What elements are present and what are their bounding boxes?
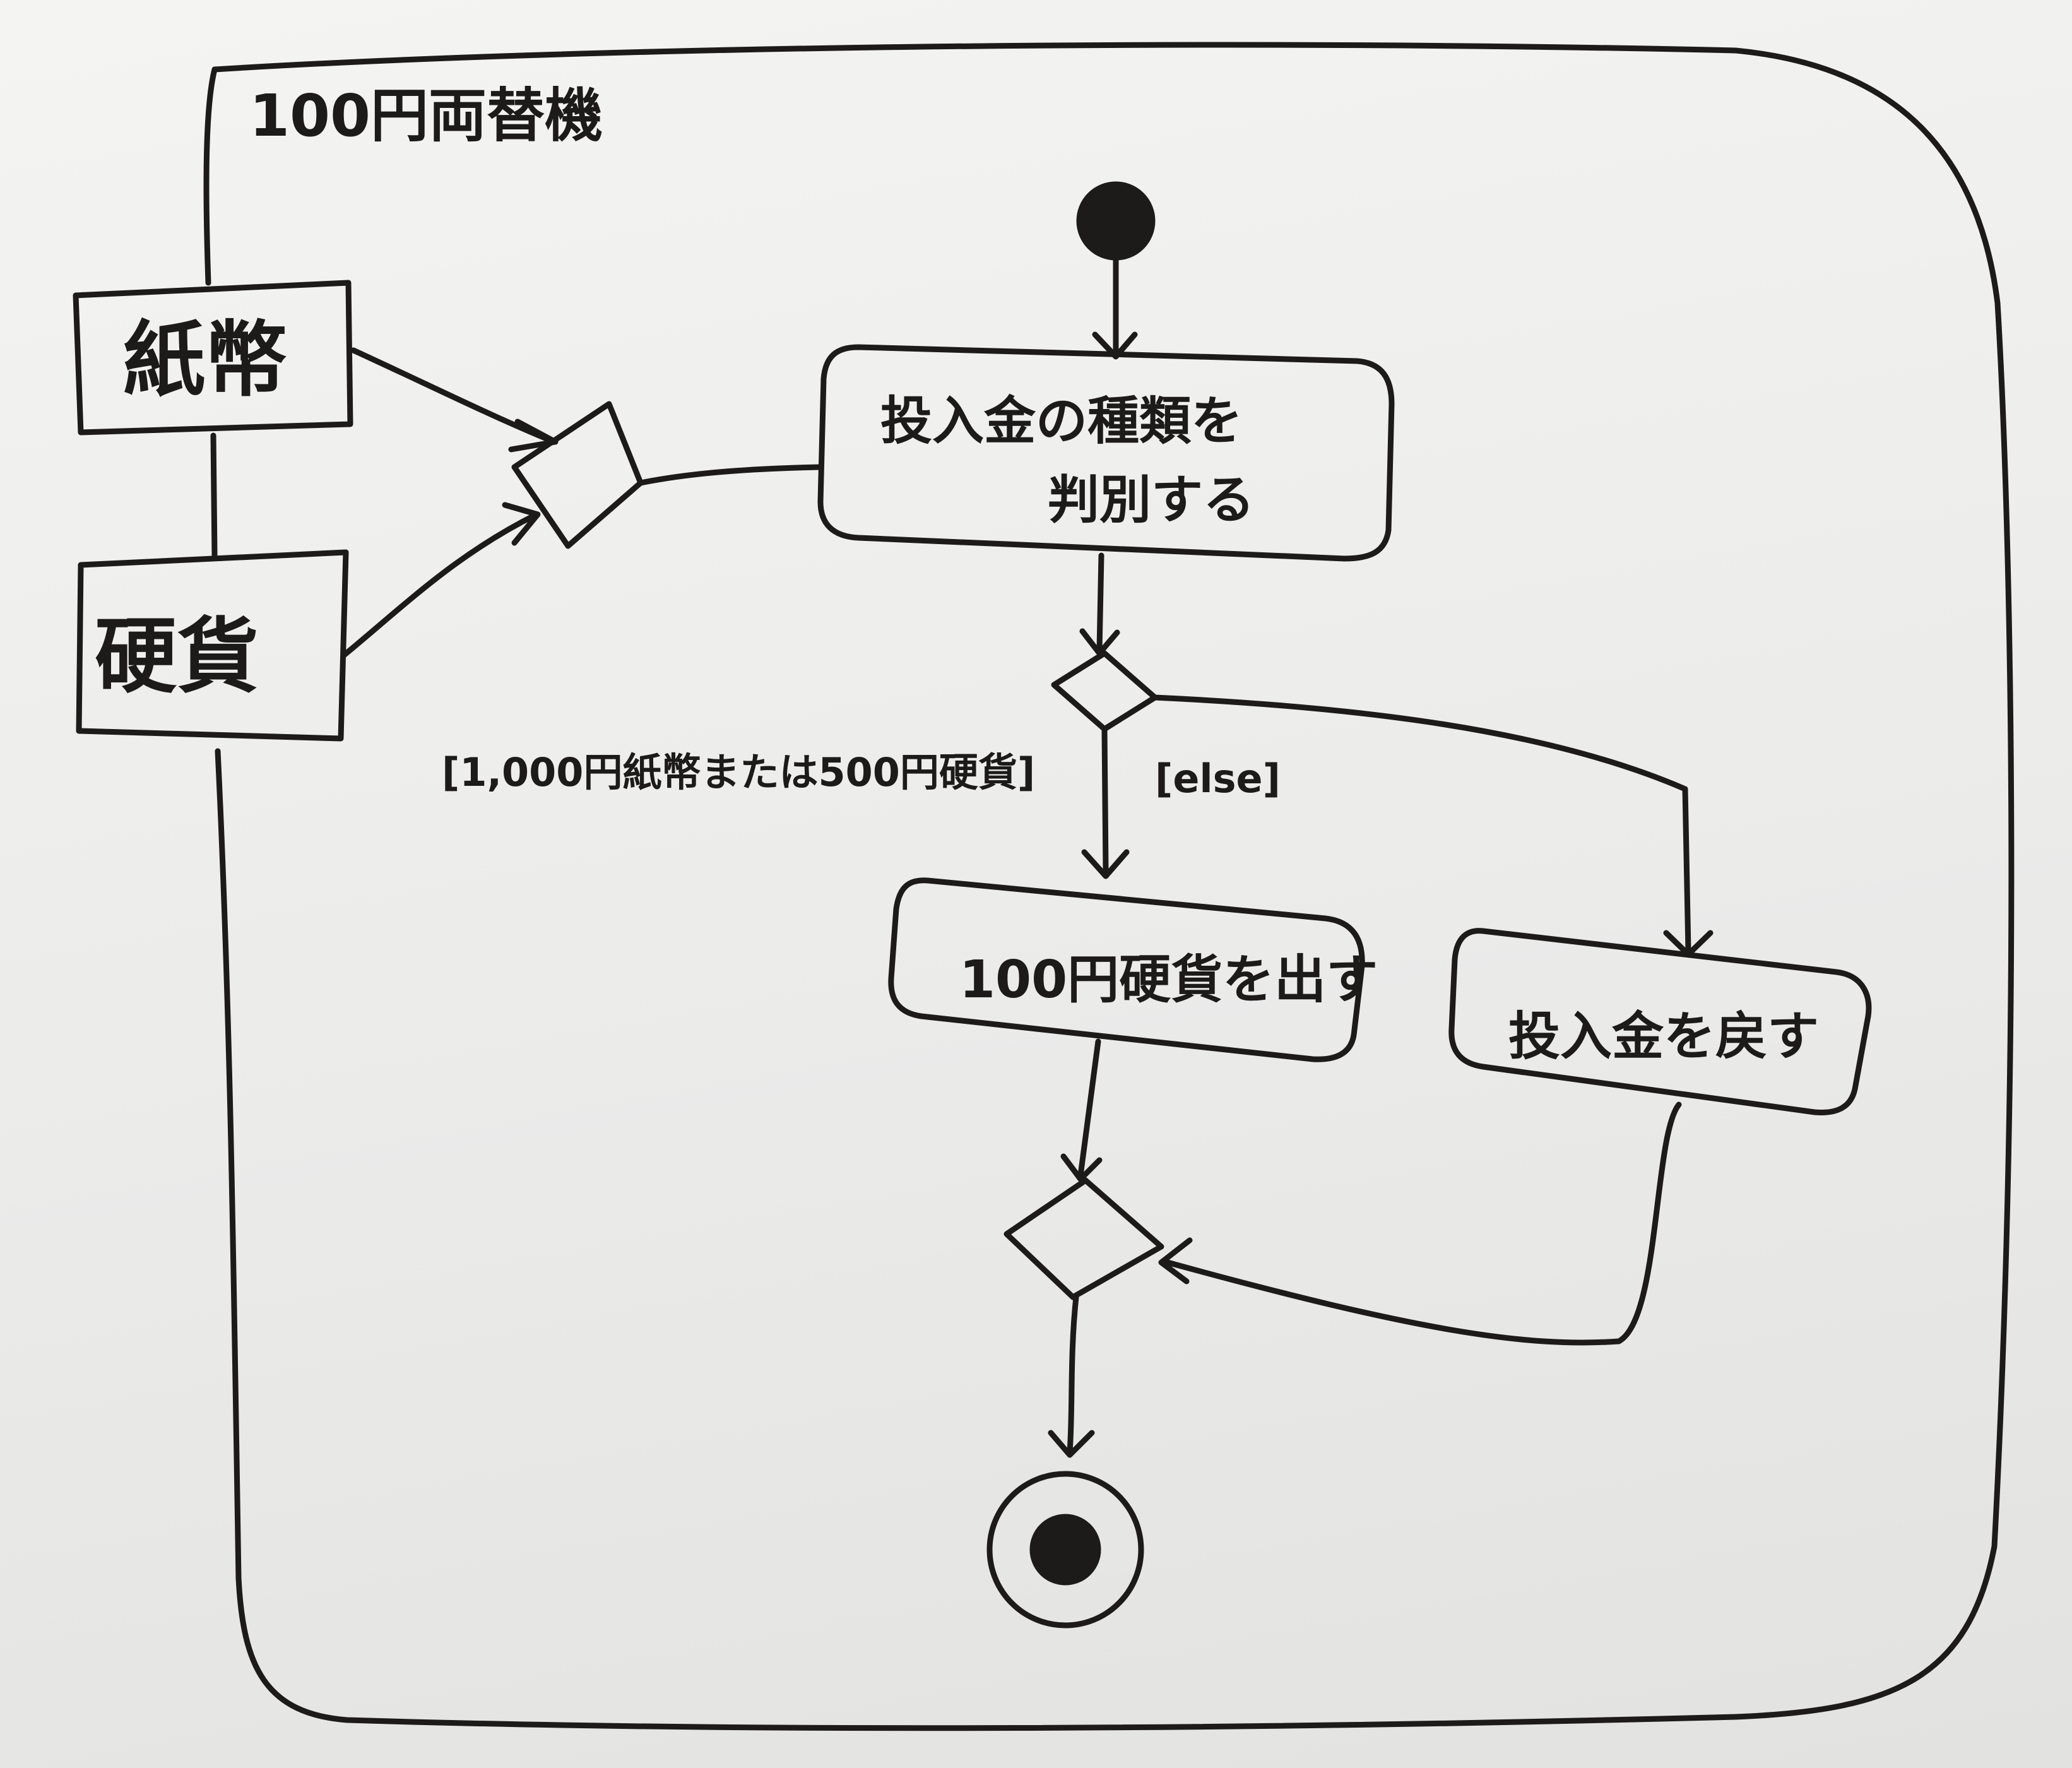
decision-node: [1051, 650, 1158, 732]
initial-node: [1076, 181, 1156, 261]
merge-node: [511, 401, 644, 549]
edge-dispense-to-merge: [1077, 1038, 1101, 1178]
whiteboard-diagram: 100円両替機 紙幣 硬貨 投入金の種類を 判別する [1,000円紙幣または5…: [73, 42, 2015, 1731]
edge-merge-to-classify: [637, 464, 824, 486]
guard-accept: [1,000円紙幣または500円硬貨]: [442, 749, 1035, 795]
arrow-coins-to-merge: [341, 511, 540, 658]
edge-decision-accept: [1101, 726, 1109, 874]
frame-left-segment: [210, 432, 218, 559]
diagram-title: 100円両替機: [249, 82, 603, 150]
activity-frame: [203, 42, 2015, 1731]
action-dispense-label: 100円硬貨を出す: [959, 950, 1378, 1010]
pin-coins-label: 硬貨: [95, 608, 259, 704]
action-classify-line2: 判別する: [1048, 470, 1255, 530]
edge-return-to-merge: [1164, 1101, 1682, 1346]
edge-classify-to-decision: [1096, 552, 1104, 653]
edge-merge-to-final: [1067, 1294, 1079, 1455]
final-merge-node: [1003, 1177, 1164, 1300]
guard-else: [else]: [1155, 756, 1281, 802]
pin-bills-label: 紙幣: [123, 312, 287, 408]
action-classify-line1: 投入金の種類を: [880, 391, 1243, 451]
final-node-inner: [1029, 1514, 1101, 1586]
arrowhead-return-merge: [1158, 1237, 1193, 1284]
action-return-label: 投入金を戻す: [1508, 1007, 1819, 1067]
